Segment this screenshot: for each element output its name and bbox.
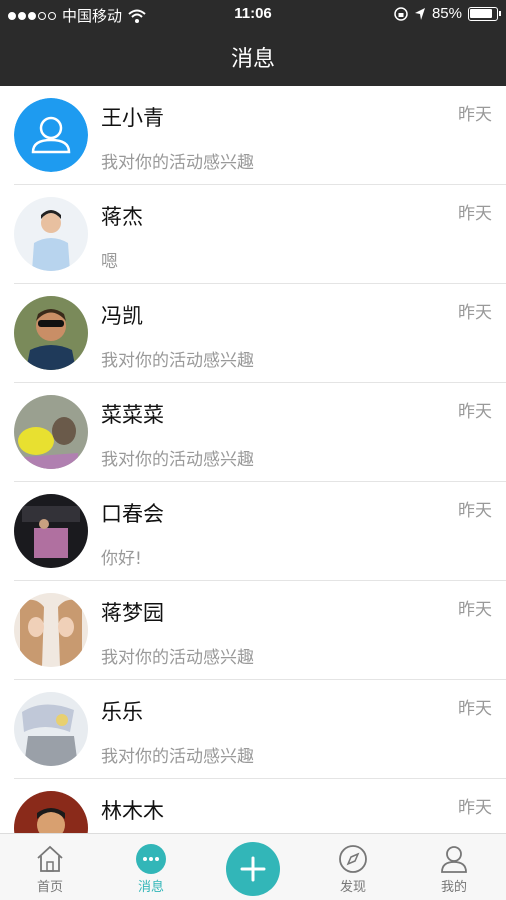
battery-icon	[468, 6, 501, 21]
user-icon	[441, 846, 467, 873]
tab-discover[interactable]: 发现	[313, 842, 393, 895]
message-time: 昨天	[458, 402, 492, 422]
message-time: 昨天	[458, 105, 492, 125]
conversation-item[interactable]: 林木木 昨天	[14, 779, 506, 833]
message-preview: 我对你的活动感兴趣	[101, 450, 254, 470]
avatar	[14, 296, 88, 370]
tab-bar: 首页 消息 发现 我的	[0, 833, 506, 900]
contact-name: 口春会	[101, 502, 164, 526]
contact-name: 蒋梦园	[101, 601, 164, 625]
tab-messages[interactable]: 消息	[111, 842, 191, 895]
avatar-photo	[14, 197, 88, 271]
avatar-photo	[14, 593, 88, 667]
compass-icon	[339, 845, 367, 873]
status-bar: 中国移动 11:06 85%	[0, 0, 506, 28]
message-preview: 嗯	[101, 252, 118, 272]
default-user-icon	[14, 98, 88, 172]
avatar-photo	[14, 791, 88, 833]
message-time: 昨天	[458, 204, 492, 224]
conversation-item[interactable]: 菜菜菜 我对你的活动感兴趣 昨天	[14, 383, 506, 482]
message-time: 昨天	[458, 600, 492, 620]
conversation-item[interactable]: 乐乐 我对你的活动感兴趣 昨天	[14, 680, 506, 779]
avatar	[14, 692, 88, 766]
conversation-item[interactable]: 王小青 我对你的活动感兴趣 昨天	[14, 86, 506, 185]
avatar	[14, 593, 88, 667]
contact-name: 冯凯	[101, 304, 143, 328]
message-preview: 我对你的活动感兴趣	[101, 747, 254, 767]
avatar-photo	[14, 692, 88, 766]
conversation-list[interactable]: 王小青 我对你的活动感兴趣 昨天 蒋杰 嗯 昨天 冯凯 我对你的活动感兴趣 昨天…	[0, 86, 506, 833]
message-preview: 我对你的活动感兴趣	[101, 153, 254, 173]
rotation-lock-icon	[394, 6, 408, 21]
contact-name: 林木木	[101, 799, 164, 823]
avatar-photo	[14, 395, 88, 469]
contact-name: 菜菜菜	[101, 403, 164, 427]
message-preview: 我对你的活动感兴趣	[101, 648, 254, 668]
conversation-item[interactable]: 蒋杰 嗯 昨天	[14, 185, 506, 284]
status-right: 85%	[394, 5, 501, 22]
contact-name: 王小青	[101, 106, 164, 130]
avatar	[14, 197, 88, 271]
tab-discover-label: 发现	[339, 880, 366, 895]
chat-bubble-icon	[136, 844, 166, 874]
contact-name: 乐乐	[101, 700, 143, 724]
message-time: 昨天	[458, 501, 492, 521]
tab-home[interactable]: 首页	[10, 842, 90, 895]
add-button[interactable]	[226, 842, 280, 896]
tab-home-label: 首页	[36, 880, 63, 895]
avatar	[14, 791, 88, 833]
page-title: 消息	[230, 47, 275, 72]
message-preview: 你好!	[101, 549, 142, 569]
conversation-item[interactable]: 口春会 你好! 昨天	[14, 482, 506, 581]
nav-bar: 消息	[0, 28, 506, 86]
message-time: 昨天	[458, 303, 492, 323]
tab-messages-label: 消息	[137, 880, 164, 895]
avatar	[14, 494, 88, 568]
avatar-photo	[14, 494, 88, 568]
conversation-item[interactable]: 冯凯 我对你的活动感兴趣 昨天	[14, 284, 506, 383]
plus-icon	[240, 856, 266, 882]
tab-mine-label: 我的	[440, 880, 467, 895]
location-icon	[414, 7, 425, 20]
contact-name: 蒋杰	[101, 205, 143, 229]
message-preview: 我对你的活动感兴趣	[101, 351, 254, 371]
message-time: 昨天	[458, 798, 492, 818]
avatar	[14, 98, 88, 172]
tab-mine[interactable]: 我的	[414, 842, 494, 895]
home-icon	[37, 845, 63, 872]
avatar-photo	[14, 296, 88, 370]
message-time: 昨天	[458, 699, 492, 719]
avatar	[14, 395, 88, 469]
battery-percent: 85%	[431, 5, 462, 22]
conversation-item[interactable]: 蒋梦园 我对你的活动感兴趣 昨天	[14, 581, 506, 680]
